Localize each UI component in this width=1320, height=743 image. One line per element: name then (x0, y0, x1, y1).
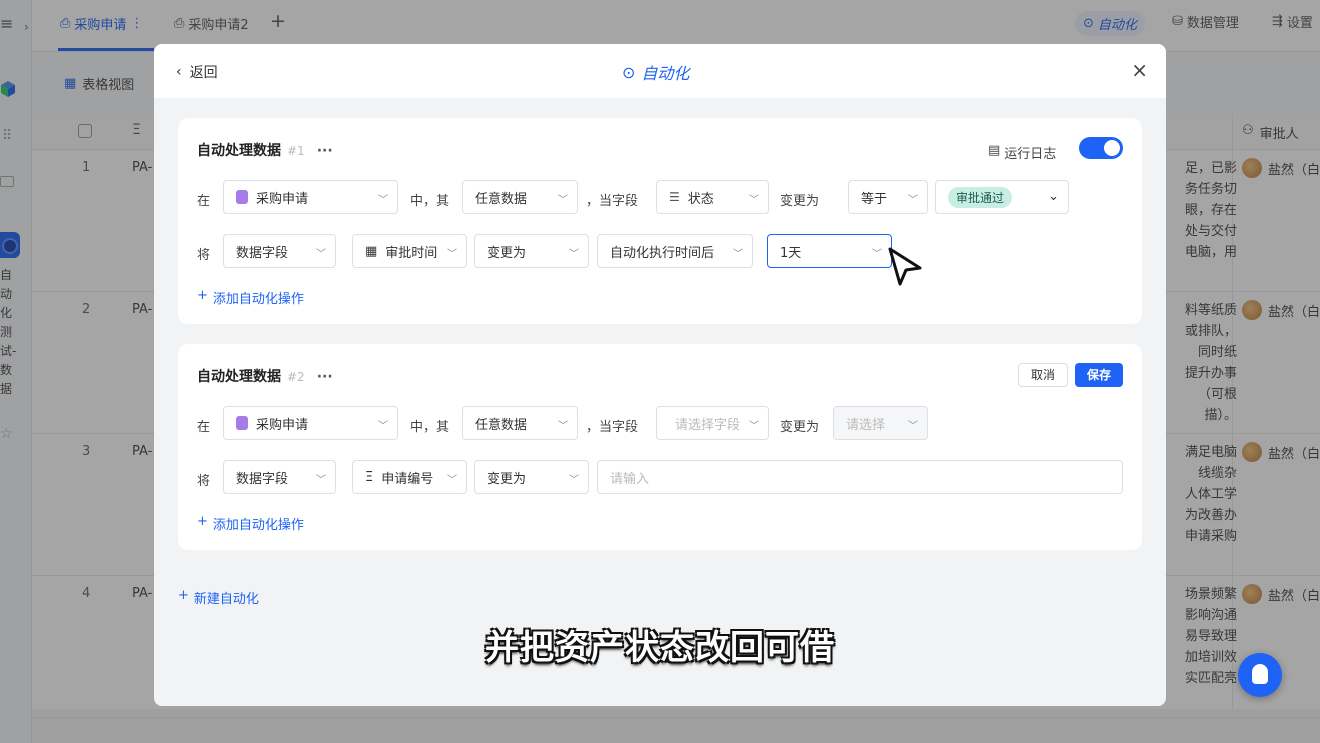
automation-title: 自动处理数据 #1 ··· (197, 143, 333, 159)
mid-label: 中，其 (410, 194, 450, 209)
action-label: 将 (197, 474, 211, 489)
add-automation-action-button[interactable]: + 添加自动化操作 (197, 288, 304, 307)
automation-icon: ⊙ (622, 62, 636, 82)
chevron-down-icon: ﹀ (908, 195, 918, 206)
chevron-down-icon: ﹀ (872, 249, 882, 260)
action-field-select[interactable]: ▦ 审批时间 ﹀ (352, 234, 467, 268)
chevron-down-icon: ﹀ (733, 249, 743, 260)
in-label: 在 (197, 194, 211, 209)
automation-title: 自动处理数据 #2 ··· (197, 369, 333, 385)
modal-title: ⊙ 自动化 (622, 62, 690, 84)
save-button[interactable]: 保存 (1075, 363, 1123, 387)
value-select[interactable]: 审批通过 ⌄ (935, 180, 1069, 214)
action-value-select[interactable]: 1天 ﹀ (767, 234, 892, 268)
action-type-select[interactable]: 数据字段 ﹀ (223, 234, 336, 268)
action-verb-select[interactable]: 变更为 ﹀ (474, 460, 589, 494)
plus-icon: + (197, 288, 208, 303)
form-icon (236, 190, 248, 204)
chevron-down-icon: ﹀ (569, 249, 579, 260)
automation-card-1: 自动处理数据 #1 ··· ▤ 运行日志 在 采购申请 ﹀ 中，其 任意数据 ﹀… (178, 118, 1142, 324)
action-field-select[interactable]: Ξ 申请编号 ﹀ (352, 460, 467, 494)
chevron-down-icon: ﹀ (316, 249, 326, 260)
change-label: 变更为 (780, 420, 820, 435)
automation-card-2: 自动处理数据 #2 ··· 取消 保存 在 采购申请 ﹀ 中，其 任意数据 ﹀ … (178, 344, 1142, 550)
back-button[interactable]: ‹ 返回 (176, 62, 218, 82)
chevron-down-icon: ﹀ (749, 195, 759, 206)
action-value-input[interactable]: 请输入 (597, 460, 1123, 494)
add-automation-action-button[interactable]: + 添加自动化操作 (197, 514, 304, 533)
more-icon[interactable]: ··· (317, 143, 333, 159)
action-mode-select[interactable]: 自动化执行时间后 ﹀ (597, 234, 753, 268)
clipboard-icon: ▤ (988, 143, 1001, 158)
chevron-down-icon: ﹀ (749, 421, 759, 432)
calendar-icon: ▦ (365, 243, 378, 259)
text-field-icon: Ξ (365, 469, 374, 485)
status-tag: 审批通过 (948, 186, 1013, 208)
operator-select[interactable]: 请选择 ﹀ (833, 406, 928, 440)
chevron-down-icon: ﹀ (558, 195, 568, 206)
cancel-button[interactable]: 取消 (1018, 363, 1068, 387)
field-select[interactable]: ☰ 状态 ﹀ (656, 180, 769, 214)
enable-toggle[interactable] (1079, 137, 1123, 159)
in-label: 在 (197, 420, 211, 435)
modal-header: ‹ 返回 ⊙ 自动化 × (154, 44, 1166, 98)
back-label: 返回 (189, 65, 218, 81)
automation-number: #2 (287, 370, 305, 384)
operator-select[interactable]: 等于 ﹀ (848, 180, 928, 214)
field-label: ，当字段 (586, 194, 639, 209)
video-caption: 并把资产状态改回可借 (485, 628, 835, 668)
chevron-down-icon: ﹀ (316, 475, 326, 486)
chevron-down-icon: ﹀ (378, 421, 388, 432)
form-icon (236, 416, 248, 430)
chevron-down-icon: ﹀ (447, 249, 457, 260)
scope-select[interactable]: 任意数据 ﹀ (462, 406, 578, 440)
plus-icon: + (178, 588, 189, 603)
mid-label: 中，其 (410, 420, 450, 435)
run-log-button[interactable]: ▤ 运行日志 (988, 143, 1056, 162)
chevron-down-icon: ﹀ (378, 195, 388, 206)
automation-number: #1 (287, 144, 305, 158)
chevron-down-icon: ﹀ (569, 475, 579, 486)
chevron-down-icon: ﹀ (447, 475, 457, 486)
chevron-left-icon: ‹ (176, 64, 182, 80)
table-select[interactable]: 采购申请 ﹀ (223, 180, 398, 214)
mouse-cursor-icon (888, 247, 922, 286)
scope-select[interactable]: 任意数据 ﹀ (462, 180, 578, 214)
action-verb-select[interactable]: 变更为 ﹀ (474, 234, 589, 268)
chevron-down-icon: ﹀ (908, 421, 918, 432)
action-type-select[interactable]: 数据字段 ﹀ (223, 460, 336, 494)
more-icon[interactable]: ··· (317, 369, 333, 385)
field-label: ，当字段 (586, 420, 639, 435)
field-select[interactable]: 请选择字段 ﹀ (656, 406, 769, 440)
chevron-down-icon: ⌄ (1048, 189, 1059, 204)
table-select[interactable]: 采购申请 ﹀ (223, 406, 398, 440)
automation-modal: ‹ 返回 ⊙ 自动化 × 自动处理数据 #1 ··· ▤ 运行日志 在 采购申请… (154, 44, 1166, 706)
change-label: 变更为 (780, 194, 820, 209)
chevron-down-icon: ﹀ (558, 421, 568, 432)
plus-icon: + (197, 514, 208, 529)
action-label: 将 (197, 248, 211, 263)
list-icon: ☰ (669, 190, 680, 204)
new-automation-button[interactable]: + 新建自动化 (178, 588, 259, 607)
close-icon[interactable]: × (1131, 58, 1148, 82)
